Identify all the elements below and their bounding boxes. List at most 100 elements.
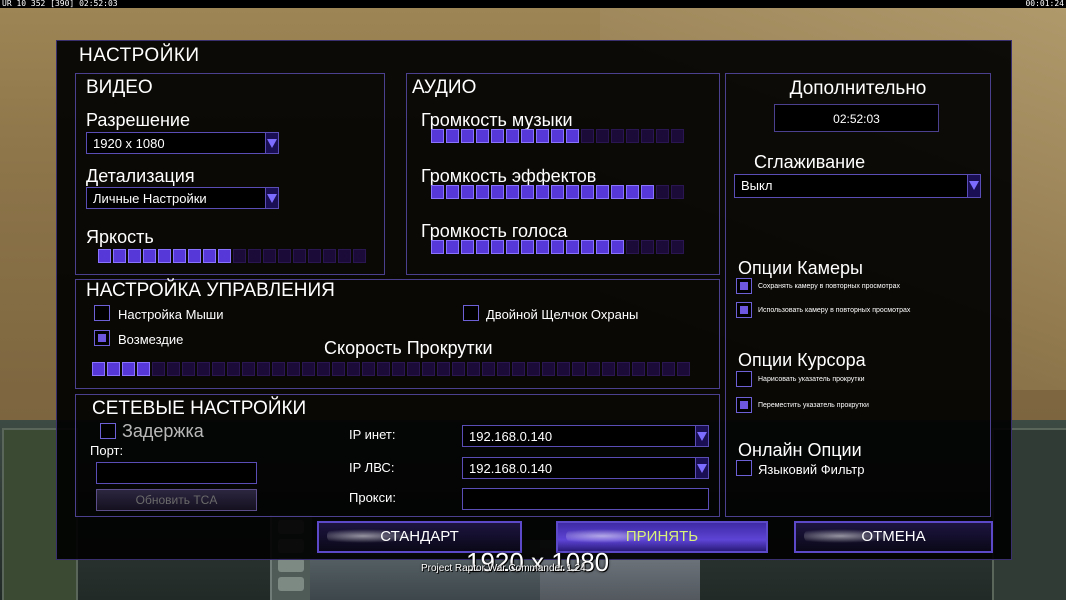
slider-segment[interactable]	[611, 129, 624, 143]
slider-segment[interactable]	[566, 185, 579, 199]
ip-inet-dropdown[interactable]: 192.168.0.140	[462, 425, 709, 447]
slider-segment[interactable]	[521, 240, 534, 254]
slider-segment[interactable]	[581, 129, 594, 143]
slider-segment[interactable]	[107, 362, 120, 376]
slider-segment[interactable]	[581, 240, 594, 254]
slider-segment[interactable]	[587, 362, 600, 376]
slider-segment[interactable]	[332, 362, 345, 376]
slider-segment[interactable]	[431, 240, 444, 254]
slider-segment[interactable]	[461, 240, 474, 254]
slider-segment[interactable]	[113, 249, 126, 263]
slider-segment[interactable]	[263, 249, 276, 263]
slider-segment[interactable]	[248, 249, 261, 263]
slider-segment[interactable]	[293, 249, 306, 263]
slider-segment[interactable]	[302, 362, 315, 376]
slider-segment[interactable]	[611, 240, 624, 254]
slider-segment[interactable]	[482, 362, 495, 376]
slider-segment[interactable]	[641, 185, 654, 199]
slider-segment[interactable]	[182, 362, 195, 376]
slider-segment[interactable]	[407, 362, 420, 376]
chevron-down-icon[interactable]	[967, 175, 980, 197]
slider-segment[interactable]	[446, 129, 459, 143]
scroll-speed-slider[interactable]	[92, 362, 690, 376]
slider-segment[interactable]	[167, 362, 180, 376]
slider-segment[interactable]	[662, 362, 675, 376]
slider-segment[interactable]	[128, 249, 141, 263]
slider-segment[interactable]	[626, 129, 639, 143]
cursor-move-checkbox[interactable]	[736, 397, 752, 413]
slider-segment[interactable]	[647, 362, 660, 376]
slider-segment[interactable]	[671, 129, 684, 143]
slider-segment[interactable]	[611, 185, 624, 199]
slider-segment[interactable]	[641, 240, 654, 254]
detail-dropdown[interactable]: Личные Настройки	[86, 187, 279, 209]
slider-segment[interactable]	[278, 249, 291, 263]
slider-segment[interactable]	[461, 129, 474, 143]
slider-segment[interactable]	[122, 362, 135, 376]
music-volume-slider[interactable]	[431, 129, 684, 143]
slider-segment[interactable]	[656, 185, 669, 199]
slider-segment[interactable]	[437, 362, 450, 376]
slider-segment[interactable]	[542, 362, 555, 376]
slider-segment[interactable]	[626, 185, 639, 199]
slider-segment[interactable]	[596, 185, 609, 199]
delay-checkbox[interactable]	[100, 423, 116, 439]
update-tca-button[interactable]: Обновить TCA	[96, 489, 257, 511]
slider-segment[interactable]	[152, 362, 165, 376]
slider-segment[interactable]	[227, 362, 240, 376]
slider-segment[interactable]	[641, 129, 654, 143]
slider-segment[interactable]	[551, 129, 564, 143]
slider-segment[interactable]	[521, 185, 534, 199]
chevron-down-icon[interactable]	[695, 426, 708, 446]
slider-segment[interactable]	[287, 362, 300, 376]
resolution-dropdown[interactable]: 1920 x 1080	[86, 132, 279, 154]
slider-segment[interactable]	[467, 362, 480, 376]
slider-segment[interactable]	[557, 362, 570, 376]
language-filter-checkbox[interactable]	[736, 460, 752, 476]
slider-segment[interactable]	[392, 362, 405, 376]
slider-segment[interactable]	[512, 362, 525, 376]
slider-segment[interactable]	[596, 240, 609, 254]
chevron-down-icon[interactable]	[265, 133, 278, 153]
slider-segment[interactable]	[446, 240, 459, 254]
slider-segment[interactable]	[143, 249, 156, 263]
proxy-field[interactable]	[462, 488, 709, 510]
slider-segment[interactable]	[233, 249, 246, 263]
slider-segment[interactable]	[491, 185, 504, 199]
slider-segment[interactable]	[377, 362, 390, 376]
slider-segment[interactable]	[527, 362, 540, 376]
guard-doubleclick-checkbox[interactable]	[463, 305, 479, 321]
slider-segment[interactable]	[656, 240, 669, 254]
slider-segment[interactable]	[617, 362, 630, 376]
slider-segment[interactable]	[476, 129, 489, 143]
cursor-draw-checkbox[interactable]	[736, 371, 752, 387]
mouse-settings-checkbox[interactable]	[94, 305, 110, 321]
slider-segment[interactable]	[323, 249, 336, 263]
cancel-button[interactable]: ОТМЕНА	[794, 521, 993, 553]
slider-segment[interactable]	[461, 185, 474, 199]
slider-segment[interactable]	[536, 185, 549, 199]
slider-segment[interactable]	[491, 129, 504, 143]
slider-segment[interactable]	[317, 362, 330, 376]
slider-segment[interactable]	[431, 185, 444, 199]
slider-segment[interactable]	[362, 362, 375, 376]
retaliation-checkbox[interactable]	[94, 330, 110, 346]
slider-segment[interactable]	[551, 185, 564, 199]
slider-segment[interactable]	[137, 362, 150, 376]
slider-segment[interactable]	[173, 249, 186, 263]
slider-segment[interactable]	[452, 362, 465, 376]
brightness-slider[interactable]	[98, 249, 366, 263]
slider-segment[interactable]	[197, 362, 210, 376]
slider-segment[interactable]	[272, 362, 285, 376]
chevron-down-icon[interactable]	[265, 188, 278, 208]
slider-segment[interactable]	[506, 240, 519, 254]
slider-segment[interactable]	[212, 362, 225, 376]
slider-segment[interactable]	[572, 362, 585, 376]
slider-segment[interactable]	[476, 185, 489, 199]
ip-lan-dropdown[interactable]: 192.168.0.140	[462, 457, 709, 479]
slider-segment[interactable]	[536, 129, 549, 143]
slider-segment[interactable]	[497, 362, 510, 376]
slider-segment[interactable]	[521, 129, 534, 143]
slider-segment[interactable]	[566, 240, 579, 254]
slider-segment[interactable]	[656, 129, 669, 143]
